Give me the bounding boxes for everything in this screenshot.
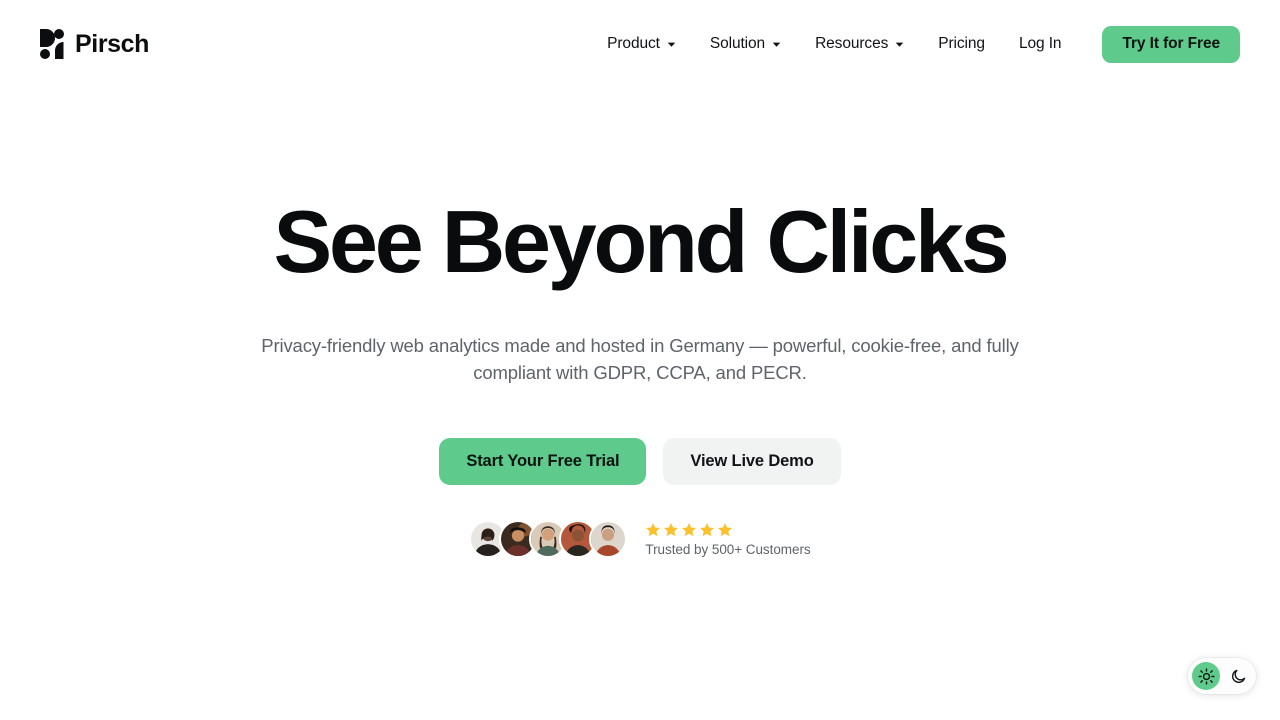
start-free-trial-button[interactable]: Start Your Free Trial (439, 438, 647, 486)
view-live-demo-button[interactable]: View Live Demo (663, 438, 841, 486)
nav-item-label: Pricing (938, 35, 985, 52)
hero-section: See Beyond Clicks Privacy-friendly web a… (0, 88, 1280, 648)
chevron-down-icon (772, 42, 781, 47)
star-filled-icon (664, 523, 679, 537)
hero-subtitle: Privacy-friendly web analytics made and … (261, 335, 1019, 384)
social-proof: Trusted by 500+ Customers (469, 520, 811, 559)
star-filled-icon (718, 523, 733, 537)
avatar (589, 520, 628, 559)
trusted-by-label: Trusted by 500+ Customers (645, 541, 811, 557)
brand-logo[interactable]: Pirsch (40, 24, 149, 64)
theme-toggle-dark-option[interactable] (1224, 662, 1252, 690)
sun-icon (1197, 667, 1215, 685)
star-filled-icon (700, 523, 715, 537)
theme-toggle-light-option[interactable] (1192, 662, 1220, 690)
rating-stars (645, 523, 810, 538)
moon-icon (1231, 669, 1245, 683)
nav-item-resources[interactable]: Resources (798, 22, 921, 66)
nav-item-log-in[interactable]: Log In (1002, 22, 1079, 66)
site-header: Pirsch Product Solution Resources Pricin… (0, 0, 1280, 88)
social-proof-text: Trusted by 500+ Customers (645, 523, 811, 557)
customer-avatar-group (469, 520, 628, 559)
nav-item-label: Resources (815, 35, 889, 52)
primary-navigation: Product Solution Resources Pricing Log I… (590, 22, 1240, 66)
nav-item-pricing[interactable]: Pricing (921, 22, 1002, 66)
star-filled-icon (682, 523, 697, 537)
brand-name: Pirsch (75, 29, 150, 58)
nav-item-solution[interactable]: Solution (693, 22, 798, 66)
pirsch-logo-mark-icon (40, 29, 64, 59)
customer-avatar-5-icon (591, 522, 626, 557)
nav-item-label: Log In (1018, 35, 1062, 52)
hero-action-buttons: Start Your Free Trial View Live Demo (439, 438, 841, 486)
try-it-for-free-button[interactable]: Try It for Free (1102, 25, 1240, 63)
star-filled-icon (646, 523, 661, 537)
nav-item-label: Product (607, 35, 660, 52)
nav-item-product[interactable]: Product (590, 22, 693, 66)
page-title: See Beyond Clicks (273, 192, 1009, 291)
theme-toggle[interactable] (1188, 658, 1256, 694)
chevron-down-icon (895, 42, 904, 47)
landing-page: Pirsch Product Solution Resources Pricin… (0, 0, 1280, 720)
chevron-down-icon (667, 42, 676, 47)
nav-item-label: Solution (709, 35, 766, 52)
